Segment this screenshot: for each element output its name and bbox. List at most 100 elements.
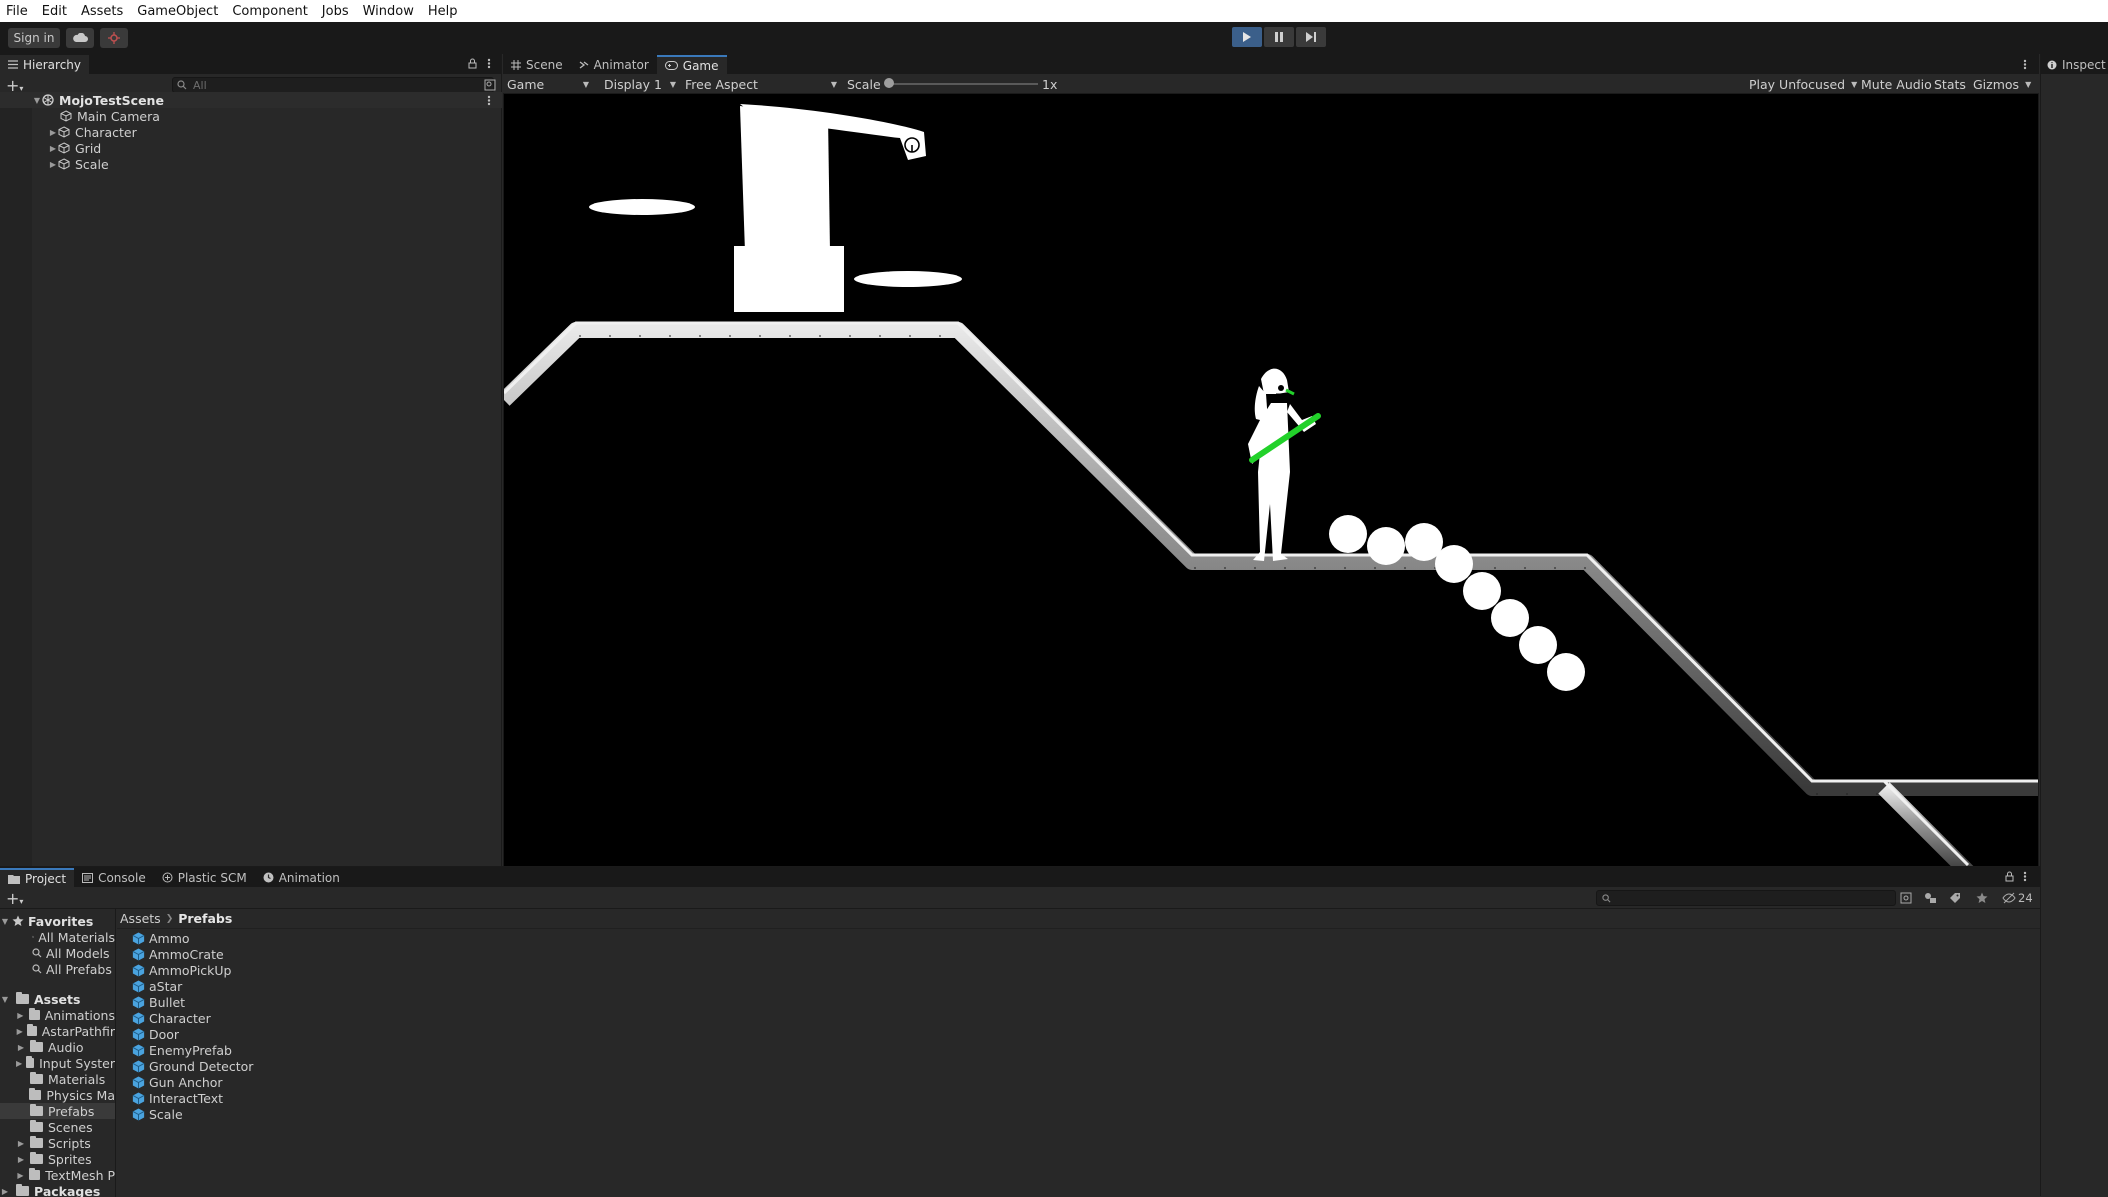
menu-window[interactable]: Window [363,4,414,19]
step-button[interactable] [1296,27,1326,47]
menu-gameobject[interactable]: GameObject [137,4,218,19]
expand-right-icon[interactable]: ▶ [16,1043,26,1052]
scene-row[interactable]: ▼ MojoTestScene [0,92,502,108]
lock-icon[interactable] [468,58,477,69]
packages-header[interactable]: ▶ Packages [0,1183,115,1197]
prefab-item[interactable]: Ground Detector [132,1058,2040,1074]
menu-jobs[interactable]: Jobs [322,4,349,19]
prefab-item[interactable]: InteractText [132,1090,2040,1106]
breadcrumb-prefabs[interactable]: Prefabs [178,911,232,926]
hidden-packages-icon[interactable] [2002,892,2016,904]
scene-more-icon[interactable] [487,95,491,106]
expand-right-icon[interactable]: ▶ [16,1011,25,1020]
cloud-button[interactable] [66,28,94,48]
asset-folder-row[interactable]: ▶Input Syster [0,1055,115,1071]
sign-in-button[interactable]: Sign in [8,28,60,48]
prefab-item[interactable]: Scale [132,1106,2040,1122]
asset-folder-row[interactable]: ▶AstarPathfir [0,1023,115,1039]
favorites-header[interactable]: ▼ Favorites [0,913,115,929]
prefab-item[interactable]: Door [132,1026,2040,1042]
asset-folder-row[interactable]: ▶Scripts [0,1135,115,1151]
project-search-input[interactable] [1596,890,1896,906]
tab-animator[interactable]: Animator [571,55,657,74]
asset-folder-row[interactable]: Materials [0,1071,115,1087]
more-icon[interactable] [487,58,491,69]
asset-folder-row[interactable]: Physics Ma [0,1087,115,1103]
hierarchy-item-scale[interactable]: ▶ Scale [0,156,502,172]
play-mode-dropdown[interactable]: Play Unfocused▼ [1745,75,1853,93]
prefab-item[interactable]: AmmoPickUp [132,962,2040,978]
display-dropdown[interactable]: Display 1▼ [600,75,680,93]
asset-folder-row[interactable]: Scenes [0,1119,115,1135]
prefab-item[interactable]: Gun Anchor [132,1074,2040,1090]
game-viewport[interactable] [504,94,2038,866]
prefab-item[interactable]: EnemyPrefab [132,1042,2040,1058]
expand-right-icon[interactable]: ▶ [48,144,58,153]
more-icon[interactable] [2023,871,2027,882]
expand-right-icon[interactable]: ▶ [16,1059,22,1068]
asset-folder-row[interactable]: ▶Animations [0,1007,115,1023]
expand-down-icon[interactable]: ▼ [0,995,10,1004]
expand-down-icon[interactable]: ▼ [0,917,10,926]
star-icon[interactable] [1976,892,1988,904]
prefab-item[interactable]: aStar [132,978,2040,994]
mute-audio-toggle[interactable]: Mute Audio [1861,77,1932,92]
tab-console[interactable]: Console [74,868,154,887]
expand-right-icon[interactable]: ▶ [16,1139,26,1148]
more-icon[interactable] [2023,59,2027,70]
expand-right-icon[interactable]: ▶ [16,1171,25,1180]
search-by-type-icon[interactable] [1900,892,1913,904]
prefab-item[interactable]: Ammo [132,930,2040,946]
asset-folder-row[interactable]: ▶TextMesh P [0,1167,115,1183]
gizmos-dropdown[interactable]: Gizmos▼ [1969,75,2035,93]
asset-folder-row[interactable]: ▶Sprites [0,1151,115,1167]
pause-button[interactable] [1264,27,1294,47]
favorite-all-prefabs[interactable]: All Prefabs [0,961,115,977]
favorite-all-materials[interactable]: All Materials [0,929,115,945]
menu-file[interactable]: File [6,4,28,19]
tab-scene[interactable]: Scene [503,55,571,74]
menu-edit[interactable]: Edit [42,4,67,19]
expand-down-icon[interactable]: ▼ [32,96,42,105]
hierarchy-item-character[interactable]: ▶ Character [0,124,502,140]
menu-help[interactable]: Help [428,4,458,19]
play-button[interactable] [1232,27,1262,47]
search-options-icon[interactable] [484,79,496,91]
chevron-right-icon: ❯ [166,914,174,924]
hierarchy-item-main-camera[interactable]: Main Camera [0,108,502,124]
assets-header[interactable]: ▼ Assets [0,991,115,1007]
prefab-item[interactable]: AmmoCrate [132,946,2040,962]
expand-right-icon[interactable]: ▶ [16,1027,23,1036]
favorite-all-models[interactable]: All Models [0,945,115,961]
lock-icon[interactable] [2005,871,2014,882]
prefab-item[interactable]: Character [132,1010,2040,1026]
tab-game[interactable]: Game [657,55,727,74]
tab-project[interactable]: Project [0,868,74,887]
label-icon[interactable] [1949,892,1961,904]
breadcrumb-assets[interactable]: Assets [120,911,161,926]
menu-assets[interactable]: Assets [81,4,123,19]
tab-animation[interactable]: Animation [255,868,348,887]
tab-inspector[interactable]: Inspect [2041,55,2108,74]
stats-toggle[interactable]: Stats [1934,77,1966,92]
expand-right-icon[interactable]: ▶ [16,1155,26,1164]
expand-right-icon[interactable]: ▶ [48,160,58,169]
asset-folder-row[interactable]: ▶Audio [0,1039,115,1055]
hierarchy-item-grid[interactable]: ▶ Grid [0,140,502,156]
scale-slider-track[interactable] [888,83,1038,85]
menu-component[interactable]: Component [232,4,307,19]
collab-button[interactable] [100,28,128,48]
expand-right-icon[interactable]: ▶ [0,1187,10,1196]
tab-plastic-scm[interactable]: Plastic SCM [154,868,255,887]
filter-type-icon[interactable] [1924,892,1937,904]
aspect-dropdown[interactable]: Free Aspect▼ [681,75,841,93]
asset-folder-row[interactable]: Prefabs [0,1103,115,1119]
tab-hierarchy[interactable]: Hierarchy [0,55,89,74]
scale-slider-handle[interactable] [884,78,894,88]
expand-right-icon[interactable]: ▶ [48,128,58,137]
game-mode-dropdown[interactable]: Game▼ [503,75,593,93]
folder-icon [29,1010,40,1020]
add-icon[interactable]: +▾ [6,889,23,908]
hierarchy-search-input[interactable]: All [172,77,494,93]
prefab-item[interactable]: Bullet [132,994,2040,1010]
